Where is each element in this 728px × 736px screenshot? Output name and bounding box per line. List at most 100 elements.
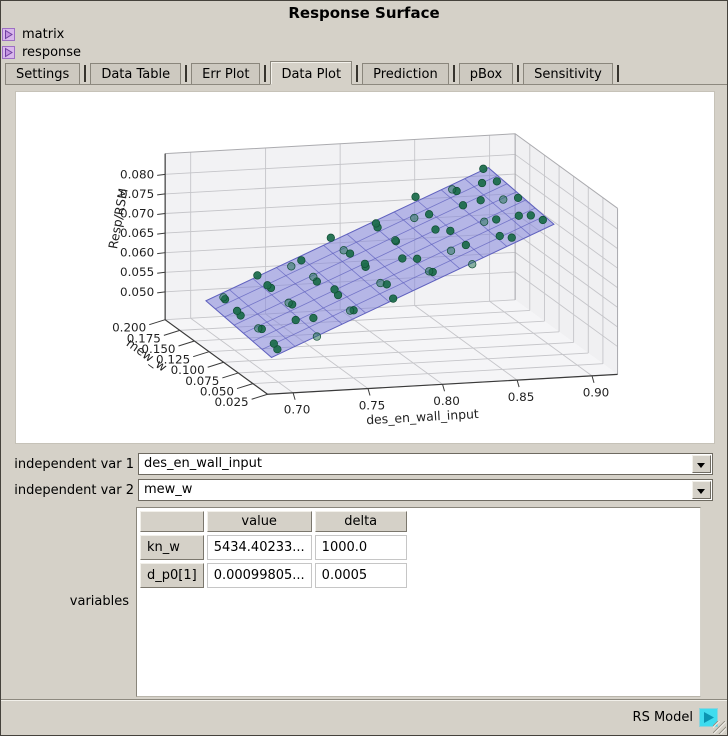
tab-data-table[interactable]: Data Table	[90, 63, 181, 84]
tick-mark	[368, 389, 370, 396]
tick-mark	[164, 330, 180, 335]
scatter-point	[377, 279, 385, 287]
chevron-down-icon	[697, 463, 705, 472]
status-bar: RS Model	[1, 699, 727, 735]
variables-table-panel: value delta kn_w 5434.40233... 1000.0 d_…	[136, 507, 701, 697]
scatter-point	[425, 268, 433, 276]
scatter-point	[447, 227, 455, 235]
scatter-point	[292, 316, 300, 324]
scatter-point	[255, 325, 263, 333]
tick-mark	[157, 214, 165, 215]
scatter-point	[298, 257, 306, 265]
tab-separator	[185, 65, 187, 82]
tick-label: 0.080	[120, 167, 154, 181]
tab-prediction[interactable]: Prediction	[362, 63, 449, 84]
tick-mark	[293, 393, 295, 400]
table-row: d_p0[1] 0.00099805... 0.0005	[140, 563, 407, 588]
scatter-point	[220, 294, 228, 302]
tick-label: 0.025	[215, 395, 249, 409]
scatter-point	[270, 340, 278, 348]
table-row: kn_w 5434.40233... 1000.0	[140, 535, 407, 560]
tick-label: 0.065	[120, 226, 154, 240]
tick-mark	[193, 352, 209, 357]
tick-label: 0.70	[284, 403, 311, 417]
scatter-point	[448, 186, 456, 194]
tick-mark	[149, 320, 165, 325]
d_p0-delta-cell[interactable]: 0.0005	[315, 563, 407, 588]
row-header-d_p0: d_p0[1]	[140, 563, 204, 588]
scatter-point	[493, 178, 501, 186]
variables-label: variables	[1, 594, 129, 609]
kn_w-value-cell[interactable]: 5434.40233...	[207, 535, 312, 560]
scatter-point	[459, 201, 467, 209]
scatter-point	[514, 194, 522, 202]
tab-err-plot[interactable]: Err Plot	[191, 63, 260, 84]
scatter-point	[331, 286, 339, 294]
dropdown-button[interactable]	[692, 481, 711, 499]
table-corner-cell	[140, 511, 204, 532]
tick-mark	[443, 384, 445, 391]
scatter-point	[391, 236, 399, 244]
3d-surface-plot-panel[interactable]: 0.0500.0550.0600.0650.0700.0750.0800.200…	[15, 91, 715, 444]
tick-mark	[517, 380, 519, 387]
scatter-point	[515, 212, 523, 220]
independent-var-2-value: mew_w	[144, 482, 192, 497]
dropdown-button[interactable]	[692, 455, 711, 473]
tab-settings[interactable]: Settings	[5, 63, 80, 84]
scatter-point	[310, 314, 318, 322]
scatter-point	[346, 307, 354, 315]
scatter-point	[264, 282, 272, 290]
matrix-node-icon	[2, 28, 15, 41]
scatter-point	[372, 220, 380, 228]
scatter-point	[399, 255, 407, 263]
d_p0-value-cell[interactable]: 0.00099805...	[207, 563, 312, 588]
scatter-point	[313, 333, 321, 341]
tab-sensitivity[interactable]: Sensitivity	[523, 63, 613, 84]
scatter-point	[447, 247, 455, 255]
tick-mark	[157, 174, 165, 175]
scatter-point	[477, 196, 485, 204]
scatter-point	[361, 260, 369, 268]
scatter-point	[310, 273, 318, 281]
scatter-point	[340, 247, 348, 255]
kn_w-delta-cell[interactable]: 1000.0	[315, 535, 407, 560]
tab-pbox[interactable]: pBox	[459, 63, 513, 84]
tick-mark	[179, 341, 195, 346]
tick-mark	[157, 272, 165, 273]
tick-mark	[237, 384, 253, 389]
tree-item-matrix[interactable]: matrix	[2, 26, 64, 43]
scatter-point	[480, 165, 488, 173]
scatter-point	[462, 241, 470, 249]
scatter-point	[254, 272, 262, 280]
tab-separator	[84, 65, 86, 82]
tick-mark	[252, 394, 268, 399]
tick-label: 0.80	[433, 394, 460, 408]
tick-mark	[592, 376, 594, 383]
scatter-point	[480, 218, 488, 226]
chevron-down-icon	[697, 489, 705, 498]
tab-separator	[264, 65, 266, 82]
scatter-point	[499, 196, 507, 204]
tick-label: 0.055	[120, 265, 154, 279]
scatter-point	[288, 263, 296, 271]
scatter-point	[233, 307, 241, 315]
tree-item-label: matrix	[22, 27, 64, 42]
independent-var-1-value: des_en_wall_input	[144, 456, 262, 471]
scatter-point	[411, 214, 419, 222]
scatter-point	[508, 234, 516, 242]
scatter-point	[425, 211, 433, 219]
tick-label: 0.85	[508, 390, 535, 404]
column-header-value: value	[207, 511, 312, 532]
3d-surface-plot[interactable]: 0.0500.0550.0600.0650.0700.0750.0800.200…	[16, 92, 714, 443]
response-surface-window: Response Surface matrix response Setting…	[0, 0, 728, 736]
resize-grip[interactable]	[713, 721, 726, 734]
rs-model-label: RS Model	[633, 710, 693, 725]
row-header-kn_w: kn_w	[140, 535, 204, 560]
independent-var-2-select[interactable]: mew_w	[138, 479, 713, 501]
tab-data-plot[interactable]: Data Plot	[270, 61, 352, 85]
scatter-point	[432, 226, 440, 234]
independent-var-1-select[interactable]: des_en_wall_input	[138, 453, 713, 475]
scatter-point	[389, 295, 397, 303]
tick-label: 0.75	[359, 398, 386, 412]
tree-item-response[interactable]: response	[2, 44, 81, 61]
